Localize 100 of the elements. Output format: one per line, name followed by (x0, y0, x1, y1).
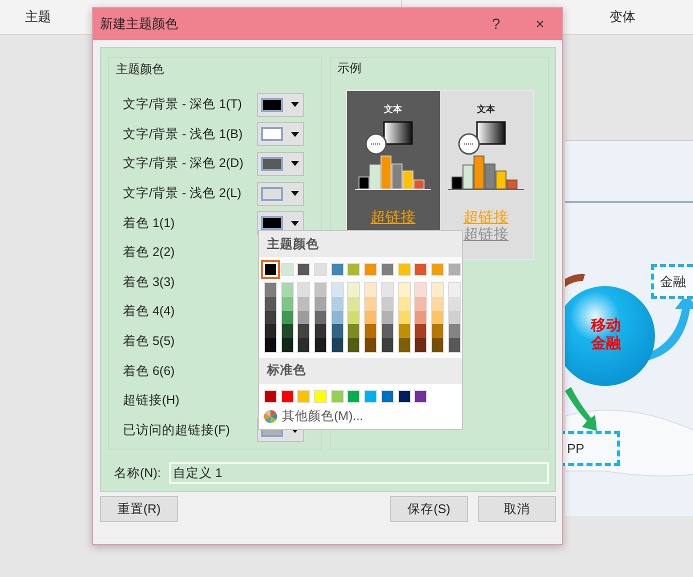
window-title: 新建主题颜色 (99, 15, 179, 33)
color-swatch[interactable] (364, 263, 378, 276)
color-swatch[interactable] (415, 310, 426, 324)
color-swatch[interactable] (432, 283, 443, 297)
color-swatch[interactable] (365, 296, 376, 311)
color-swatch[interactable] (398, 263, 410, 276)
color-swatch[interactable] (414, 390, 428, 403)
color-swatch[interactable] (348, 310, 360, 324)
color-swatch[interactable] (298, 283, 310, 297)
color-swatch[interactable] (282, 283, 293, 297)
color-label: 文字/背景 - 浅色 2(L) (122, 185, 242, 202)
dialog-button[interactable]: 重置(R) (100, 496, 178, 522)
color-swatch[interactable] (415, 338, 426, 352)
section-heading: 标准色 (267, 362, 306, 380)
color-swatch[interactable] (365, 338, 376, 352)
color-swatch[interactable] (448, 296, 460, 311)
color-picker-button[interactable] (257, 182, 304, 206)
color-swatch[interactable] (347, 263, 360, 276)
color-swatch[interactable] (264, 390, 277, 403)
color-swatch[interactable] (448, 263, 461, 276)
color-swatch[interactable] (398, 324, 410, 338)
color-swatch[interactable] (298, 310, 310, 324)
color-swatch[interactable] (414, 263, 428, 276)
color-swatch[interactable] (332, 324, 343, 338)
color-swatch[interactable] (332, 338, 343, 352)
color-swatch[interactable] (448, 324, 460, 338)
color-swatch[interactable] (315, 283, 326, 297)
color-swatch[interactable] (330, 263, 344, 276)
color-swatch[interactable] (398, 283, 410, 297)
color-swatch[interactable] (297, 390, 310, 403)
color-swatch[interactable] (282, 338, 293, 352)
color-swatch[interactable] (380, 263, 394, 276)
color-swatch[interactable] (365, 324, 376, 338)
color-swatch[interactable] (432, 338, 443, 352)
color-swatch[interactable] (415, 283, 426, 297)
color-swatch[interactable] (298, 324, 310, 338)
color-swatch[interactable] (348, 338, 360, 352)
color-swatch[interactable] (382, 283, 393, 297)
color-swatch[interactable] (398, 338, 410, 352)
color-swatch[interactable] (365, 283, 376, 297)
color-swatch[interactable] (347, 390, 360, 403)
color-swatch[interactable] (448, 310, 460, 324)
color-swatch[interactable] (280, 263, 294, 276)
color-swatch[interactable] (332, 310, 343, 324)
color-swatch[interactable] (280, 390, 294, 403)
color-swatch[interactable] (348, 283, 360, 297)
color-swatch[interactable] (432, 310, 443, 324)
color-swatch[interactable] (297, 263, 310, 276)
color-swatch[interactable] (398, 296, 410, 311)
color-swatch[interactable] (382, 324, 393, 338)
color-swatch[interactable] (298, 338, 310, 352)
color-swatch[interactable] (315, 338, 326, 352)
sphere-label: 移动 (591, 317, 621, 335)
color-swatch[interactable] (282, 324, 293, 338)
color-swatch[interactable] (282, 296, 293, 311)
color-swatch[interactable] (382, 310, 393, 324)
color-swatch[interactable] (265, 324, 276, 338)
color-swatch[interactable] (415, 324, 426, 338)
color-swatch[interactable] (315, 310, 326, 324)
color-swatch[interactable] (432, 296, 443, 311)
close-button[interactable]: × (518, 8, 562, 40)
color-swatch[interactable] (314, 390, 328, 403)
color-swatch[interactable] (448, 283, 460, 297)
color-swatch[interactable] (315, 324, 326, 338)
more-colors-item[interactable]: 其他颜色(M)... (259, 406, 364, 429)
color-swatch[interactable] (398, 310, 410, 324)
color-swatch[interactable] (415, 296, 426, 311)
color-swatch[interactable] (382, 296, 393, 311)
dialog-button[interactable]: 保存(S) (390, 496, 468, 522)
color-swatch[interactable] (364, 390, 378, 403)
color-swatch[interactable] (382, 338, 393, 352)
color-picker-button[interactable] (257, 152, 304, 176)
help-button[interactable]: ? (474, 8, 518, 40)
color-swatch[interactable] (380, 390, 394, 403)
color-swatch[interactable] (348, 324, 360, 338)
color-swatch[interactable] (330, 390, 344, 403)
color-swatch[interactable] (282, 310, 293, 324)
color-swatch[interactable] (315, 296, 326, 311)
color-swatch[interactable] (365, 310, 376, 324)
color-label: 文字/背景 - 深色 1(T) (122, 96, 243, 114)
color-swatch[interactable] (448, 338, 460, 352)
color-swatch[interactable] (298, 296, 310, 311)
section-heading: 主题颜色 (267, 236, 319, 252)
color-swatch[interactable] (265, 310, 276, 324)
color-picker-button[interactable] (257, 92, 304, 117)
color-swatch[interactable] (348, 296, 360, 311)
dialog-button[interactable]: 取消 (478, 496, 556, 522)
color-label: 着色 3(3) (122, 274, 176, 291)
color-swatch[interactable] (398, 390, 410, 403)
name-field[interactable]: 自定义 1 (168, 462, 549, 484)
color-swatch[interactable] (332, 296, 343, 311)
color-swatch[interactable] (265, 283, 276, 297)
color-swatch[interactable] (265, 296, 276, 311)
color-swatch[interactable] (265, 338, 276, 352)
color-swatch[interactable] (332, 283, 343, 297)
color-swatch[interactable] (430, 263, 444, 276)
color-picker-button[interactable] (257, 122, 304, 146)
sample-visited-hyperlink: 超链接 (464, 226, 508, 243)
color-swatch[interactable] (314, 263, 328, 276)
color-swatch[interactable] (432, 324, 443, 338)
